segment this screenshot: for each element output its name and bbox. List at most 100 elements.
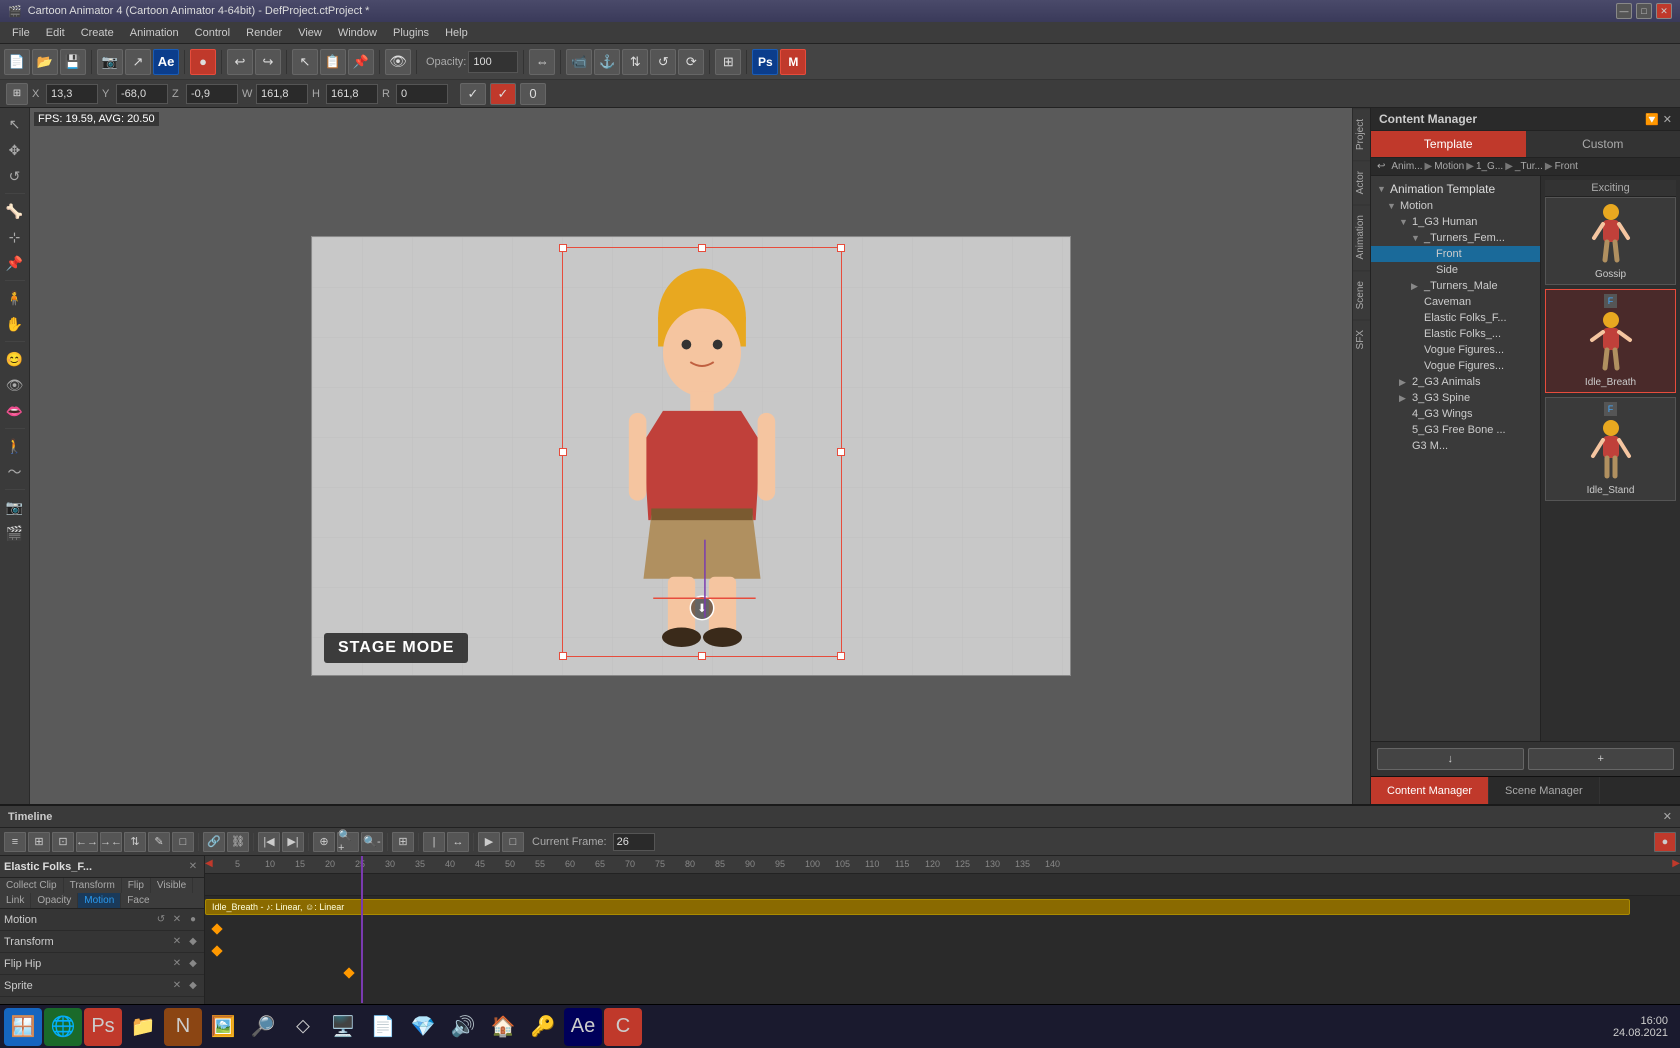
tl-btn-1[interactable]: ≡ [4, 832, 26, 852]
transform-btn-2[interactable]: ✓ [490, 83, 516, 105]
transform-close-icon[interactable]: ✕ [170, 935, 184, 949]
cm-close-btn[interactable]: ✕ [1663, 113, 1672, 126]
capture-button[interactable]: 📷 [97, 49, 123, 75]
lt-rotate[interactable]: ↺ [3, 164, 27, 188]
preview-idle-stand[interactable]: F Idle_Stand [1545, 397, 1676, 501]
sprite-keyframe[interactable] [343, 967, 354, 978]
h-input[interactable] [326, 84, 378, 104]
tree-3g3spine[interactable]: ▶ 3_G3 Spine [1371, 390, 1540, 406]
track-lanes[interactable]: ◀ ▶ 5 10 15 20 25 30 35 40 45 50 55 60 [205, 856, 1680, 1004]
tree-side[interactable]: Side [1371, 262, 1540, 278]
taskbar-acrobat[interactable]: 📄 [364, 1008, 402, 1046]
tree-motion[interactable]: ▼ Motion [1371, 198, 1540, 214]
taskbar-ca[interactable]: C [604, 1008, 642, 1046]
tab-visible[interactable]: Visible [151, 878, 193, 893]
motion-loop-icon[interactable]: ↺ [154, 913, 168, 927]
bc-motion[interactable]: Motion [1434, 161, 1464, 172]
tab-opacity[interactable]: Opacity [31, 893, 78, 908]
taskbar-search[interactable]: 🔎 [244, 1008, 282, 1046]
tree-vogue-2[interactable]: Vogue Figures... [1371, 358, 1540, 374]
vl-sfx[interactable]: SFX [1353, 319, 1370, 359]
save-button[interactable]: 💾 [60, 49, 86, 75]
lt-spring[interactable]: 〜 [3, 460, 27, 484]
grid-button[interactable]: ⊞ [715, 49, 741, 75]
tree-vogue-1[interactable]: Vogue Figures... [1371, 342, 1540, 358]
motion-dot-icon[interactable]: ● [186, 913, 200, 927]
sprite-dot-icon[interactable]: ◆ [186, 979, 200, 993]
paste-button[interactable]: 📌 [348, 49, 374, 75]
taskbar-screen[interactable]: 🖥️ [324, 1008, 362, 1046]
rotate-button[interactable]: ↺ [650, 49, 676, 75]
record-button[interactable]: ● [190, 49, 216, 75]
eye-button[interactable]: 👁 [385, 49, 411, 75]
taskbar-ae[interactable]: Ae [564, 1008, 602, 1046]
cm-download-btn[interactable]: ↓ [1377, 748, 1524, 770]
menu-file[interactable]: File [4, 25, 38, 41]
tab-face[interactable]: Face [121, 893, 155, 908]
cm-tab-template[interactable]: Template [1371, 131, 1526, 157]
transform-keyframe[interactable] [211, 923, 222, 934]
undo-button[interactable]: ↩ [227, 49, 253, 75]
taskbar-onenote[interactable]: N [164, 1008, 202, 1046]
tl-btn-prev[interactable]: |◀ [258, 832, 280, 852]
taskbar-key[interactable]: 🔑 [524, 1008, 562, 1046]
anchor-num[interactable]: 0 [520, 83, 546, 105]
preview-idle-breath[interactable]: F Idle_Breath [1545, 289, 1676, 393]
tree-root-animation-template[interactable]: ▼ Animation Template [1371, 180, 1540, 198]
camera-button[interactable]: 📹 [566, 49, 592, 75]
bc-anim[interactable]: Anim... [1391, 161, 1422, 172]
tree-caveman[interactable]: Caveman [1371, 294, 1540, 310]
play-button[interactable]: ▶ [478, 832, 500, 852]
lt-hand[interactable]: ✋ [3, 312, 27, 336]
vl-scene[interactable]: Scene [1353, 270, 1370, 319]
tab-transform[interactable]: Transform [64, 878, 122, 893]
redo-button[interactable]: ↪ [255, 49, 281, 75]
taskbar-browser[interactable]: 🌐 [44, 1008, 82, 1046]
tl-btn-3[interactable]: ⊡ [52, 832, 74, 852]
motion-close-icon[interactable]: ✕ [170, 913, 184, 927]
lt-camera[interactable]: 📷 [3, 495, 27, 519]
copy-button[interactable]: 📋 [320, 49, 346, 75]
lt-body[interactable]: 🧍 [3, 286, 27, 310]
tab-collect-clip[interactable]: Collect Clip [0, 878, 64, 893]
menu-control[interactable]: Control [187, 25, 238, 41]
tree-front[interactable]: Front [1371, 246, 1540, 262]
lt-select[interactable]: ↖ [3, 112, 27, 136]
maximize-button[interactable]: □ [1636, 3, 1652, 19]
taskbar-windows[interactable]: 🪟 [4, 1008, 42, 1046]
vl-actor[interactable]: Actor [1353, 160, 1370, 204]
new-button[interactable]: 📄 [4, 49, 30, 75]
taskbar-photos[interactable]: 🖼️ [204, 1008, 242, 1046]
tab-motion[interactable]: Motion [78, 893, 121, 908]
tl-btn-more[interactable]: ⊕ [313, 832, 335, 852]
select-button[interactable]: ↖ [292, 49, 318, 75]
taskbar-gems[interactable]: 💎 [404, 1008, 442, 1046]
lt-mouth[interactable]: 👄 [3, 399, 27, 423]
tree-turners-fem[interactable]: ▼ _Turners_Fem... [1371, 230, 1540, 246]
lt-scene[interactable]: 🎬 [3, 521, 27, 545]
bc-back-btn[interactable]: ↩ [1377, 161, 1385, 172]
menu-edit[interactable]: Edit [38, 25, 73, 41]
tl-btn-zoom-out[interactable]: 🔍- [361, 832, 383, 852]
transform-dot-icon[interactable]: ◆ [186, 935, 200, 949]
tl-btn-8[interactable]: □ [172, 832, 194, 852]
ps-button[interactable]: Ps [752, 49, 778, 75]
open-button[interactable]: 📂 [32, 49, 58, 75]
minimize-button[interactable]: — [1616, 3, 1632, 19]
lt-bone[interactable]: 🦴 [3, 199, 27, 223]
export-button[interactable]: ↗ [125, 49, 151, 75]
anchor-button[interactable]: ⚓ [594, 49, 620, 75]
taskbar-folder[interactable]: 📁 [124, 1008, 162, 1046]
lt-move[interactable]: ✥ [3, 138, 27, 162]
current-frame-input[interactable] [613, 833, 655, 851]
stop-button[interactable]: □ [502, 832, 524, 852]
tl-btn-split[interactable]: | [423, 832, 445, 852]
taskbar-ps[interactable]: Ps [84, 1008, 122, 1046]
tree-elastic[interactable]: Elastic Folks_... [1371, 326, 1540, 342]
tl-btn-fit[interactable]: ⊞ [392, 832, 414, 852]
track-header-close[interactable]: ✕ [186, 860, 200, 874]
tl-btn-merge[interactable]: ↔ [447, 832, 469, 852]
menu-animation[interactable]: Animation [122, 25, 187, 41]
vl-animation[interactable]: Animation [1353, 204, 1370, 269]
r-input[interactable] [396, 84, 448, 104]
